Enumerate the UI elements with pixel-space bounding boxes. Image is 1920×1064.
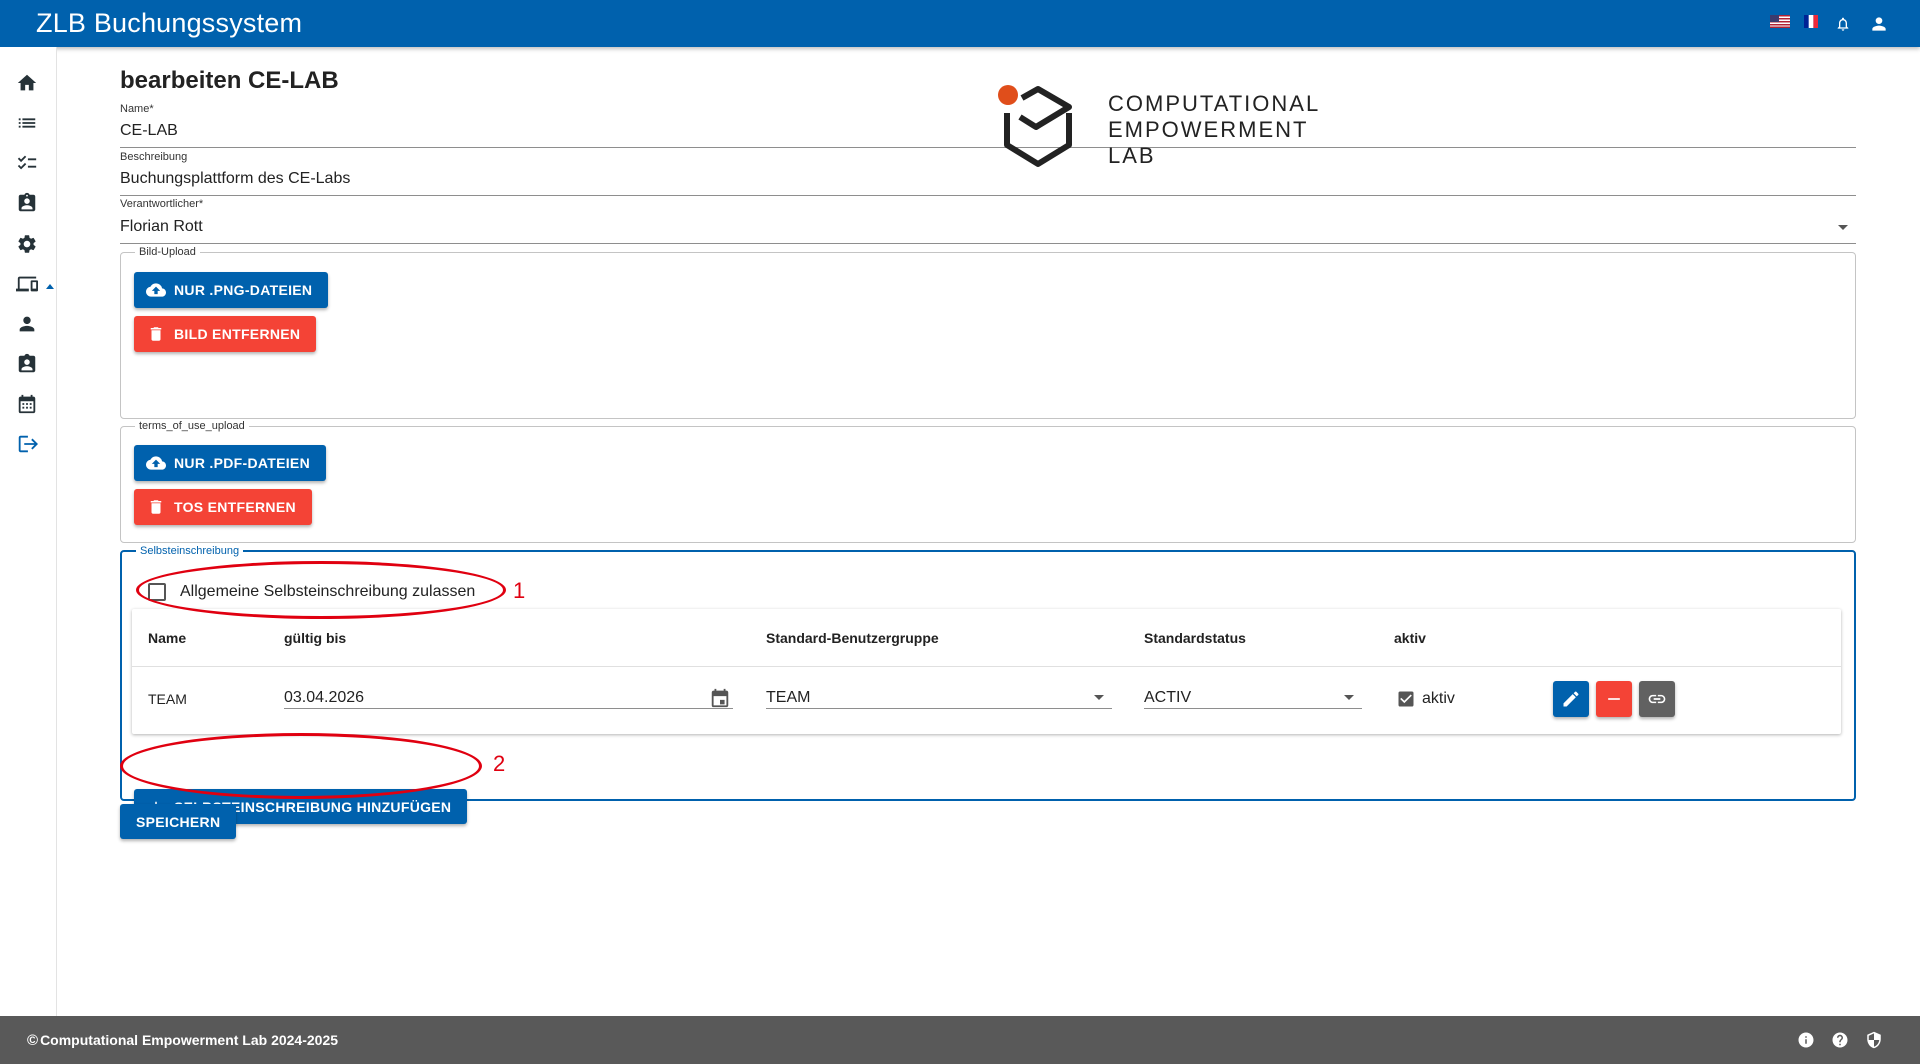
- upload-pdf-label: NUR .PDF-DATEIEN: [174, 455, 310, 471]
- column-header-default-group: Standard-Benutzergruppe: [766, 630, 939, 646]
- clipboard-account-icon[interactable]: [14, 190, 40, 216]
- remove-image-label: BILD ENTFERNEN: [174, 326, 301, 342]
- logo-line-3: LAB: [1108, 143, 1156, 168]
- info-icon[interactable]: [1796, 1030, 1816, 1050]
- valid-until-value[interactable]: 03.04.2026: [284, 689, 364, 707]
- app-title: ZLB Buchungssystem: [36, 8, 303, 38]
- column-header-active: aktiv: [1394, 630, 1426, 646]
- annotation-marker-2: 2: [493, 751, 506, 776]
- column-header-name: Name: [148, 630, 187, 646]
- name-label: Name*: [120, 103, 154, 115]
- remove-image-button[interactable]: BILD ENTFERNEN: [134, 316, 317, 352]
- active-checkbox[interactable]: aktiv: [1396, 689, 1455, 709]
- pencil-icon: [1563, 691, 1579, 707]
- lab-logo-text: COMPUTATIONAL EMPOWERMENT LAB: [1108, 91, 1320, 169]
- footer-actions: [1796, 1016, 1884, 1064]
- home-icon[interactable]: [14, 70, 40, 96]
- footer-text: Computational Empowerment Lab 2024-2025: [40, 1032, 339, 1048]
- upload-pdf-button[interactable]: NUR .PDF-DATEIEN: [134, 445, 326, 481]
- app-header: ZLB Buchungssystem: [0, 0, 1920, 47]
- help-icon[interactable]: [1830, 1030, 1850, 1050]
- copy-link-button[interactable]: [1639, 681, 1675, 717]
- upload-png-button[interactable]: NUR .PNG-DATEIEN: [134, 272, 329, 308]
- badge-icon[interactable]: [14, 351, 40, 377]
- responsible-select[interactable]: Verantwortlicher* Florian Rott: [120, 198, 1856, 244]
- row-name: TEAM: [148, 691, 187, 707]
- logout-icon[interactable]: [14, 431, 40, 457]
- responsible-label: Verantwortlicher*: [120, 198, 204, 210]
- app-footer: © Computational Empowerment Lab 2024-202…: [0, 1016, 1920, 1064]
- chevron-down-icon[interactable]: [1838, 225, 1848, 230]
- checkbox-checked-icon[interactable]: [1396, 689, 1416, 709]
- default-status-value[interactable]: ACTIV: [1144, 689, 1191, 707]
- description-field[interactable]: Beschreibung Buchungsplattform des CE-La…: [120, 151, 1856, 196]
- privacy-shield-icon[interactable]: [1864, 1030, 1884, 1050]
- fr-flag-icon[interactable]: [1804, 14, 1818, 33]
- name-field[interactable]: Name* CE-LAB: [120, 103, 1856, 148]
- cloud-upload-icon: [146, 280, 166, 300]
- account-icon[interactable]: [1868, 13, 1890, 35]
- logo-line-1: COMPUTATIONAL: [1108, 91, 1321, 116]
- page-title: bearbeiten CE-LAB: [120, 67, 339, 94]
- trash-icon: [146, 497, 166, 517]
- column-header-default-status: Standardstatus: [1144, 630, 1246, 646]
- default-status-select[interactable]: ACTIV: [1144, 679, 1362, 709]
- active-label: aktiv: [1422, 690, 1455, 707]
- remove-tos-label: TOS ENTFERNEN: [174, 499, 296, 515]
- default-group-value[interactable]: TEAM: [766, 689, 810, 707]
- logo-line-2: EMPOWERMENT: [1108, 117, 1309, 142]
- valid-until-input[interactable]: 03.04.2026: [284, 679, 733, 709]
- link-icon: [1648, 694, 1666, 704]
- edit-button[interactable]: [1553, 681, 1589, 717]
- upload-png-label: NUR .PNG-DATEIEN: [174, 282, 313, 298]
- us-flag-icon[interactable]: [1770, 14, 1790, 33]
- footer-copyright: © Computational Empowerment Lab 2024-202…: [27, 1032, 338, 1049]
- image-upload-section: Bild-Upload: [120, 246, 1856, 419]
- description-value[interactable]: Buchungsplattform des CE-Labs: [120, 170, 350, 188]
- lab-logo-mark: [998, 85, 1072, 167]
- tos-upload-legend: terms_of_use_upload: [139, 420, 245, 432]
- save-button[interactable]: SPEICHERN: [120, 804, 237, 839]
- submenu-caret-icon: [46, 284, 54, 289]
- calendar-icon[interactable]: [709, 687, 731, 714]
- person-icon[interactable]: [14, 311, 40, 337]
- column-header-valid-until: gültig bis: [284, 630, 347, 646]
- annotation-ellipse-1: [136, 561, 506, 619]
- header-actions: [1770, 0, 1890, 47]
- checklist-icon[interactable]: [14, 150, 40, 176]
- remove-tos-button[interactable]: TOS ENTFERNEN: [134, 489, 312, 525]
- tos-upload-section: terms_of_use_upload: [120, 420, 1856, 543]
- image-upload-legend: Bild-Upload: [139, 246, 196, 258]
- bell-icon[interactable]: [1832, 13, 1854, 35]
- copyright-icon: ©: [27, 1031, 39, 1049]
- calendar-icon[interactable]: [14, 391, 40, 417]
- description-label: Beschreibung: [120, 151, 188, 163]
- minus-icon: [1608, 698, 1620, 700]
- gear-icon[interactable]: [14, 231, 40, 257]
- chevron-down-icon[interactable]: [1344, 695, 1354, 700]
- annotation-ellipse-2: [120, 733, 482, 799]
- remove-row-button[interactable]: [1596, 681, 1632, 717]
- annotation-marker-1: 1: [513, 578, 526, 603]
- save-label: SPEICHERN: [136, 813, 221, 830]
- sidebar-nav: [0, 47, 57, 1016]
- header-divider: [132, 666, 1841, 667]
- lab-logo: COMPUTATIONAL EMPOWERMENT LAB: [998, 83, 1318, 173]
- devices-icon[interactable]: [14, 271, 40, 297]
- chevron-down-icon[interactable]: [1094, 695, 1104, 700]
- enrollment-table: Name gültig bis Standard-Benutzergruppe …: [132, 609, 1841, 734]
- cloud-upload-icon: [146, 453, 166, 473]
- list-icon[interactable]: [14, 110, 40, 136]
- trash-icon: [146, 324, 166, 344]
- responsible-value[interactable]: Florian Rott: [120, 218, 203, 236]
- name-value[interactable]: CE-LAB: [120, 122, 178, 140]
- default-group-select[interactable]: TEAM: [766, 679, 1112, 709]
